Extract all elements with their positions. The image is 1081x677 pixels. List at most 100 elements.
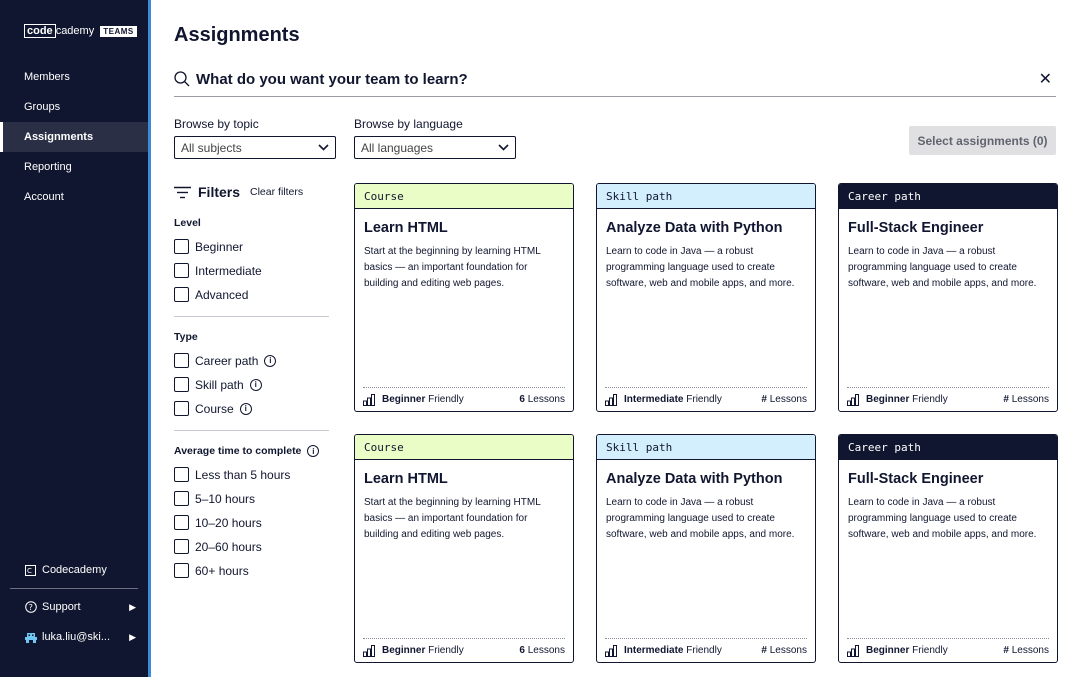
card-level: Beginner Friendly [382,645,464,656]
card-level: Intermediate Friendly [624,645,722,656]
checkbox-label: 5–10 hours [195,491,256,506]
card-title: Analyze Data with Python [606,220,783,236]
checkbox[interactable] [174,353,189,368]
card-lessons: # Lessons [1003,394,1049,405]
topic-select-value: All subjects [181,140,242,155]
info-icon[interactable]: i [264,354,277,367]
codecademy-label: Codecademy [42,564,107,576]
assignment-card[interactable]: Course Learn HTML Start at the beginning… [354,183,574,412]
type-skill-path-checkbox[interactable]: Skill path i [174,377,262,392]
checkbox[interactable] [174,563,189,578]
time-less-than-5-checkbox[interactable]: Less than 5 hours [174,467,290,482]
language-select[interactable]: All languages [354,136,516,159]
card-level-value: Beginner [866,394,910,405]
close-icon[interactable]: ✕ [1039,69,1052,89]
time-20-60-checkbox[interactable]: 20–60 hours [174,539,262,554]
level-group-title: Level [174,217,201,229]
checkbox-label: Course [195,401,234,416]
sidebar-nav: Members Groups Assignments Reporting Acc… [0,62,148,212]
codecademy-link[interactable]: C Codecademy [0,555,148,585]
assignment-card[interactable]: Career path Full-Stack Engineer Learn to… [838,183,1058,412]
assignment-card[interactable]: Skill path Analyze Data with Python Lear… [596,183,816,412]
card-title: Full-Stack Engineer [848,471,984,487]
card-lessons-label: Lessons [527,645,565,656]
checkbox[interactable] [174,401,189,416]
checkbox[interactable] [174,515,189,530]
level-beginner-checkbox[interactable]: Beginner [174,239,243,254]
topic-select[interactable]: All subjects [174,136,336,159]
difficulty-bars-icon [605,644,617,657]
difficulty-bars-icon [847,393,859,406]
type-career-path-checkbox[interactable]: Career path i [174,353,277,368]
time-60-plus-checkbox[interactable]: 60+ hours [174,563,249,578]
level-intermediate-checkbox[interactable]: Intermediate [174,263,262,278]
card-title: Learn HTML [364,220,448,236]
checkbox[interactable] [174,377,189,392]
sidebar-item-account[interactable]: Account [0,182,148,212]
sidebar-item-reporting[interactable]: Reporting [0,152,148,182]
time-5-10-checkbox[interactable]: 5–10 hours [174,491,255,506]
svg-text:C: C [27,567,32,575]
sidebar: code cademy TEAMS Members Groups Assignm… [0,0,148,677]
time-group-title: Average time to complete i [174,445,320,457]
codecademy-teams-logo[interactable]: code cademy TEAMS [24,24,137,38]
info-icon[interactable]: i [307,445,320,457]
card-level-suffix: Friendly [686,645,722,656]
card-level-suffix: Friendly [686,394,722,405]
support-menu[interactable]: ? Support ▶ [0,592,148,622]
card-lessons-label: Lessons [769,394,807,405]
card-title: Learn HTML [364,471,448,487]
checkbox[interactable] [174,539,189,554]
teams-badge: TEAMS [100,25,137,37]
card-footer: Intermediate Friendly # Lessons [605,387,807,411]
assignment-card[interactable]: Skill path Analyze Data with Python Lear… [596,434,816,663]
checkbox-label: Beginner [195,239,244,254]
info-icon[interactable]: i [249,378,262,391]
checkbox[interactable] [174,263,189,278]
card-lessons: # Lessons [761,394,807,405]
card-type-label: Course [355,435,573,460]
checkbox[interactable] [174,467,189,482]
assignment-card[interactable]: Career path Full-Stack Engineer Learn to… [838,434,1058,663]
card-description: Learn to code in Java — a robust program… [848,497,1037,540]
card-type-label: Career path [839,184,1057,209]
card-lessons: # Lessons [1003,645,1049,656]
checkbox[interactable] [174,239,189,254]
expand-triangle-icon: ▶ [129,601,136,612]
search-input[interactable] [196,70,1039,88]
checkbox[interactable] [174,287,189,302]
time-10-20-checkbox[interactable]: 10–20 hours [174,515,262,530]
select-assignments-button[interactable]: Select assignments (0) [909,126,1056,155]
card-description: Learn to code in Java — a robust program… [606,246,795,289]
card-lessons-count: # [761,645,767,656]
card-level-value: Intermediate [624,645,684,656]
card-description: Start at the beginning by learning HTML … [364,497,541,540]
info-icon[interactable]: i [239,402,252,415]
chevron-down-icon [318,144,329,151]
time-group-label: Average time to complete [174,445,302,457]
card-lessons-label: Lessons [1011,394,1049,405]
card-lessons-count: 6 [519,645,525,656]
type-course-checkbox[interactable]: Course i [174,401,252,416]
search-bar: ✕ [174,62,1056,97]
filter-lines-icon [174,186,191,198]
logo-rest: cademy [55,25,95,37]
checkbox-label: Less than 5 hours [195,467,291,482]
sidebar-item-members[interactable]: Members [0,62,148,92]
card-lessons-count: # [1003,645,1009,656]
sidebar-item-assignments[interactable]: Assignments [0,122,148,152]
clear-filters-link[interactable]: Clear filters [250,186,303,198]
card-lessons-count: # [1003,394,1009,405]
card-level-suffix: Friendly [912,394,948,405]
difficulty-bars-icon [363,393,375,406]
level-advanced-checkbox[interactable]: Advanced [174,287,248,302]
user-menu[interactable]: luka.liu@ski... ▶ [0,622,148,652]
card-level-value: Beginner [866,645,910,656]
assignment-card[interactable]: Course Learn HTML Start at the beginning… [354,434,574,663]
logo-code: code [24,24,56,38]
card-lessons-count: 6 [519,394,525,405]
checkbox[interactable] [174,491,189,506]
sidebar-item-groups[interactable]: Groups [0,92,148,122]
language-label: Browse by language [354,117,463,131]
card-description: Learn to code in Java — a robust program… [606,497,795,540]
